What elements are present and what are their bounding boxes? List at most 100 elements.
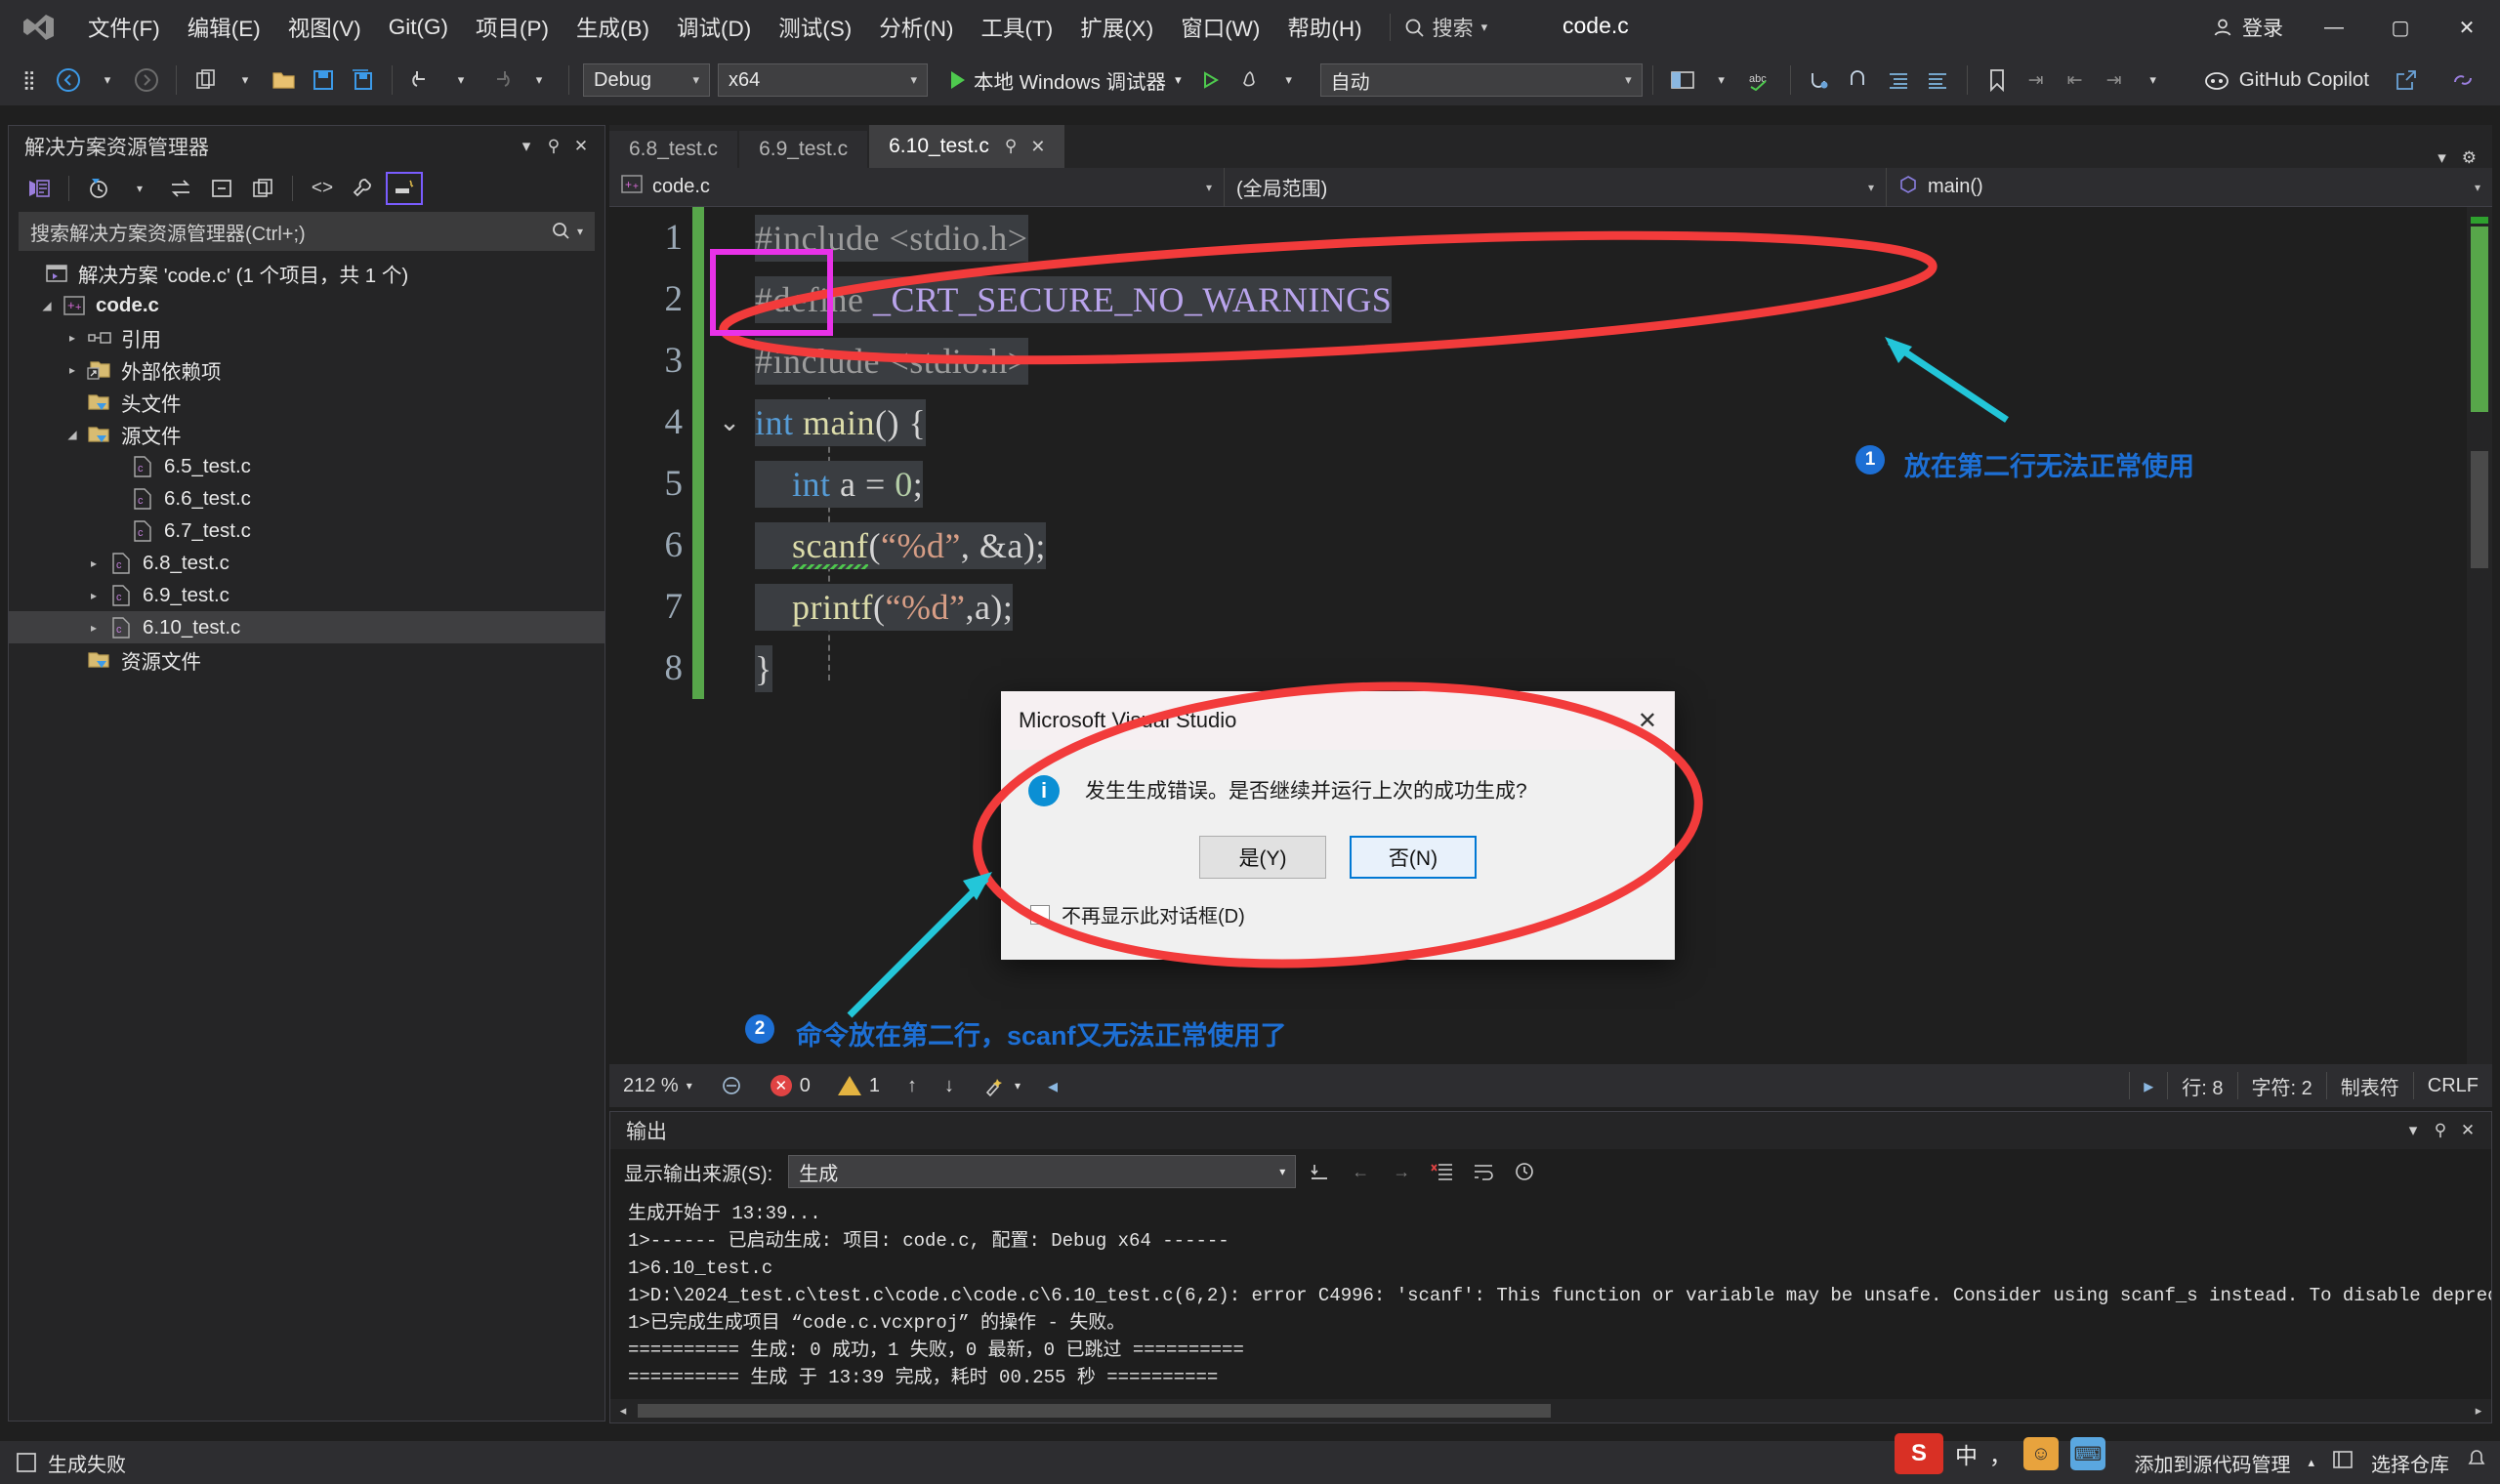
pin-icon[interactable]: ⚲: [540, 137, 567, 156]
menu-analyze[interactable]: 分析(N): [865, 6, 967, 49]
tree-node-6.8_test.c[interactable]: ▸ c 6.8_test.c: [9, 547, 604, 579]
back-dropdown-icon[interactable]: ▾: [91, 63, 124, 97]
tab-6-10-test-c[interactable]: 6.10_test.c ⚲ ✕: [869, 125, 1065, 168]
spell-check-icon[interactable]: abc: [1744, 63, 1777, 97]
editor-vertical-scrollbar[interactable]: [2467, 207, 2492, 1064]
output-source-combo[interactable]: 生成 ▾: [788, 1155, 1297, 1188]
prev-issue-button[interactable]: ↑: [894, 1075, 931, 1097]
expander-icon[interactable]: ◢: [34, 299, 60, 312]
ime-keyboard-icon[interactable]: ⌨: [2070, 1437, 2105, 1470]
tab-6-8-test-c[interactable]: 6.8_test.c: [609, 131, 738, 168]
error-count[interactable]: ✕ 0: [757, 1075, 824, 1097]
redo-dropdown-icon[interactable]: ▾: [522, 63, 556, 97]
menu-edit[interactable]: 编辑(E): [174, 6, 274, 49]
minimize-button[interactable]: —: [2301, 0, 2367, 55]
nav-project-selector[interactable]: + + code.c ▾: [609, 167, 1225, 207]
navigate-back-icon[interactable]: [52, 63, 85, 97]
scroll-right-icon[interactable]: ▸: [2466, 1403, 2491, 1419]
scrollbar-thumb[interactable]: [638, 1404, 1551, 1418]
step-into-icon[interactable]: [1804, 63, 1837, 97]
solution-explorer-search-input[interactable]: 搜索解决方案资源管理器(Ctrl+;) ▾: [19, 212, 595, 251]
sync-navigation-icon[interactable]: [162, 172, 199, 205]
tree-node-----[interactable]: 资源文件: [9, 643, 604, 676]
menu-view[interactable]: 视图(V): [274, 6, 375, 49]
build-error-dialog[interactable]: Microsoft Visual Studio ✕ i 发生生成错误。是否继续并…: [1001, 691, 1675, 960]
clear-all-icon[interactable]: [1425, 1156, 1460, 1187]
window-layout-icon[interactable]: [1666, 63, 1699, 97]
zoom-control[interactable]: 212 % ▾: [609, 1075, 706, 1097]
menu-debug[interactable]: 调试(D): [663, 6, 765, 49]
open-file-icon[interactable]: [268, 63, 301, 97]
tab-overflow-icon[interactable]: ▾: [2438, 148, 2446, 168]
step-over-icon[interactable]: [1843, 63, 1876, 97]
sogou-ime-logo-icon[interactable]: S: [1895, 1433, 1943, 1474]
expander-icon[interactable]: ▸: [60, 363, 85, 377]
outdent-icon[interactable]: [1921, 63, 1954, 97]
menu-window[interactable]: 窗口(W): [1167, 6, 1273, 49]
previous-message-icon[interactable]: ←: [1343, 1156, 1378, 1187]
github-copilot-button[interactable]: GitHub Copilot: [2204, 68, 2369, 92]
panel-menu-icon[interactable]: ▾: [2399, 1121, 2427, 1140]
tree-node----[interactable]: ◢ 源文件: [9, 418, 604, 450]
tree-node-6.6_test.c[interactable]: c 6.6_test.c: [9, 482, 604, 515]
start-without-debugging-icon[interactable]: [1194, 63, 1228, 97]
intellisense-status-icon[interactable]: [706, 1075, 757, 1096]
drag-handle-icon[interactable]: ⣿: [13, 63, 46, 97]
expander-icon[interactable]: ▸: [81, 589, 106, 602]
properties-icon[interactable]: [345, 172, 382, 205]
next-bookmark-icon[interactable]: ⇥: [2020, 63, 2053, 97]
start-debugging-button[interactable]: 本地 Windows 调试器 ▾: [941, 65, 1191, 95]
close-icon[interactable]: ✕: [2454, 1121, 2481, 1140]
fold-toggle-icon[interactable]: ⌄: [704, 408, 755, 437]
save-icon[interactable]: [307, 63, 340, 97]
no-button[interactable]: 否(N): [1350, 836, 1477, 879]
dialog-checkbox-row[interactable]: 不再显示此对话框(D): [1001, 879, 1675, 928]
scroll-left-icon[interactable]: ◂: [610, 1403, 636, 1419]
menu-extensions[interactable]: 扩展(X): [1066, 6, 1167, 49]
pending-changes-dropdown-icon[interactable]: ▾: [121, 172, 158, 205]
tree-node-6.5_test.c[interactable]: c 6.5_test.c: [9, 450, 604, 482]
new-project-icon[interactable]: [189, 63, 223, 97]
ime-language[interactable]: 中: [1955, 1437, 1978, 1470]
tree-node----[interactable]: 头文件: [9, 386, 604, 418]
menu-tools[interactable]: 工具(T): [967, 6, 1066, 49]
collapse-all-icon[interactable]: [203, 172, 240, 205]
menu-file[interactable]: 文件(F): [74, 6, 174, 49]
hot-reload-dropdown-icon[interactable]: ▾: [1272, 63, 1306, 97]
view-code-icon[interactable]: <>: [304, 172, 341, 205]
nav-member-selector[interactable]: main() ▾: [1887, 168, 2492, 207]
menu-git[interactable]: Git(G): [375, 9, 462, 46]
prev-bookmark-icon[interactable]: ⇤: [2059, 63, 2092, 97]
next-issue-button[interactable]: ↓: [931, 1075, 968, 1097]
tree-node-solution[interactable]: 解决方案 'code.c' (1 个项目，共 1 个): [9, 257, 604, 289]
tab-6-9-test-c[interactable]: 6.9_test.c: [739, 131, 868, 168]
new-project-dropdown-icon[interactable]: ▾: [229, 63, 262, 97]
code-cleanup-button[interactable]: ▾: [968, 1075, 1034, 1096]
ime-smiley-icon[interactable]: ☺: [2023, 1437, 2059, 1470]
bookmark-icon[interactable]: [1980, 63, 2014, 97]
toggle-word-wrap-icon[interactable]: [1466, 1156, 1501, 1187]
next-message-icon[interactable]: →: [1384, 1156, 1419, 1187]
source-control-label[interactable]: 添加到源代码管理: [2134, 1449, 2290, 1477]
share-icon[interactable]: [2390, 63, 2423, 97]
yes-button[interactable]: 是(Y): [1199, 836, 1326, 879]
pin-tab-icon[interactable]: ⚲: [1005, 137, 1017, 156]
tree-node---[interactable]: ▸ 引用: [9, 321, 604, 353]
collapse-strip-button[interactable]: ◂: [1034, 1074, 1071, 1098]
solution-configuration-combo[interactable]: Debug ▾: [583, 63, 710, 97]
menu-test[interactable]: 测试(S): [765, 6, 865, 49]
tree-node-6.9_test.c[interactable]: ▸ c 6.9_test.c: [9, 579, 604, 611]
maximize-button[interactable]: ▢: [2367, 0, 2434, 55]
show-timestamps-icon[interactable]: [1507, 1156, 1542, 1187]
solution-platform-combo[interactable]: x64 ▾: [718, 63, 928, 97]
menu-project[interactable]: 项目(P): [462, 6, 562, 49]
close-icon[interactable]: ✕: [1638, 707, 1657, 735]
scrollbar-thumb[interactable]: [2471, 451, 2488, 568]
expander-icon[interactable]: ▸: [60, 331, 85, 345]
expander-icon[interactable]: ▸: [81, 556, 106, 570]
show-all-files-icon[interactable]: [244, 172, 281, 205]
close-tab-icon[interactable]: ✕: [1030, 137, 1045, 157]
output-horizontal-scrollbar[interactable]: ◂ ▸: [610, 1399, 2491, 1422]
pin-icon[interactable]: ⚲: [2427, 1121, 2454, 1140]
tree-node-6.10_test.c[interactable]: ▸ c 6.10_test.c: [9, 611, 604, 643]
